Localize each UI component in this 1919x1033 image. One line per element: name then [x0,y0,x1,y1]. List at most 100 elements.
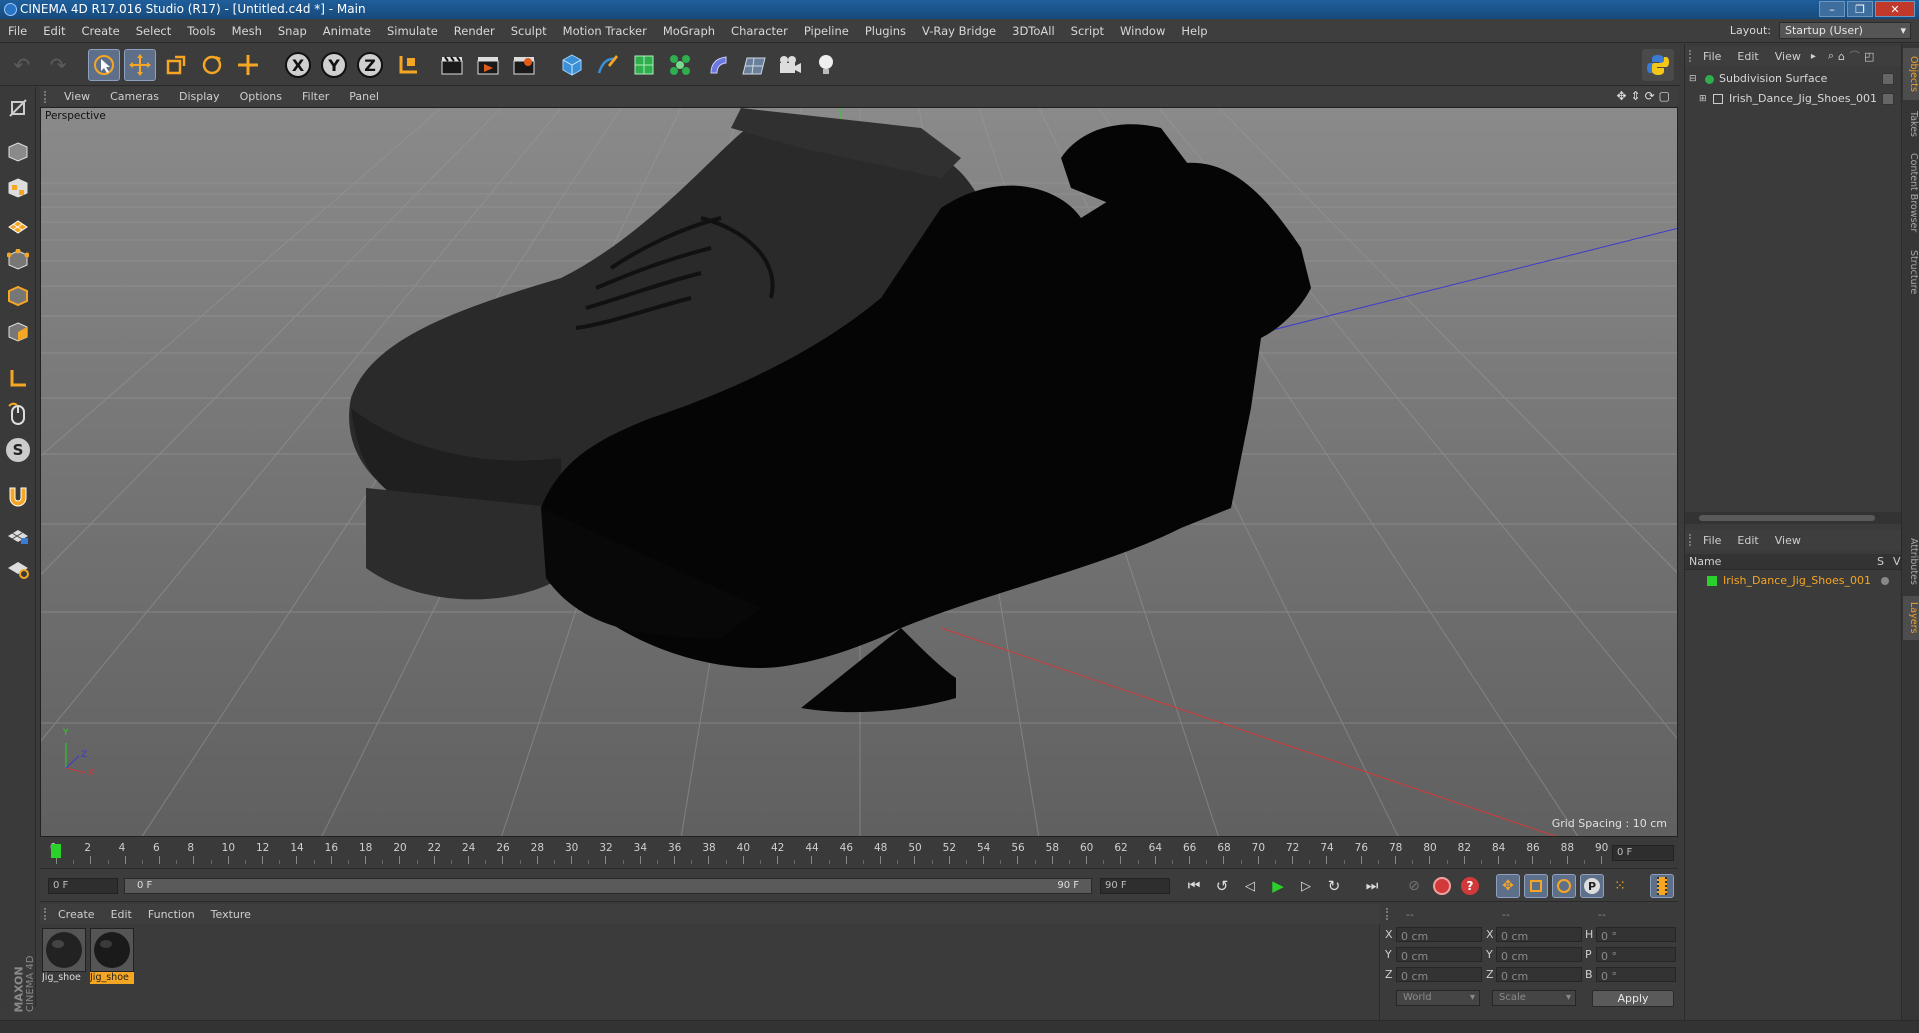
size-x-field[interactable]: 0 cm [1496,927,1582,943]
objects-menu-view[interactable]: View [1767,50,1809,63]
key-position-button[interactable]: ✥ [1496,874,1520,898]
key-rotation-button[interactable] [1552,874,1576,898]
camera-button[interactable] [774,49,806,81]
close-button[interactable]: ✕ [1875,1,1915,17]
prev-keyframe-button[interactable]: ↺ [1210,874,1234,898]
make-editable-button[interactable] [3,93,33,123]
new-window-icon[interactable]: ◰ [1864,50,1874,63]
next-keyframe-button[interactable]: ↻ [1322,874,1346,898]
material-swatch[interactable]: Jig_shoe [90,928,134,984]
timeline-window-button[interactable] [1650,874,1674,898]
key-pla-button[interactable]: ⁙ [1608,874,1632,898]
rotation-b-field[interactable]: 0 ° [1596,967,1676,983]
render-settings-button[interactable] [508,49,540,81]
viewport-zoom-icon[interactable]: ⇕ [1631,89,1641,103]
cloner-button[interactable] [664,49,696,81]
perspective-viewport[interactable]: Perspective Y X Z Grid Spacing: 10 cm [40,107,1678,837]
end-frame-field[interactable]: 90 F [1100,878,1170,894]
go-to-end-button[interactable]: ⏭ [1360,874,1384,898]
autokeying-button[interactable]: ? [1458,874,1482,898]
size-mode-dropdown[interactable]: Scale ▾ [1492,990,1576,1006]
tab-content-browser[interactable]: Content Browser [1903,148,1919,238]
collapse-icon[interactable]: ⊟ [1689,70,1697,88]
go-to-start-button[interactable]: ⏮ [1182,874,1206,898]
recent-tool-button[interactable] [232,49,264,81]
layers-menu-view[interactable]: View [1767,534,1809,547]
drag-handle-icon[interactable] [1386,908,1392,920]
menu-help[interactable]: Help [1173,24,1215,38]
key-parameter-button[interactable]: P [1580,874,1604,898]
start-frame-field[interactable]: 0 F [48,878,118,894]
material-menu-texture[interactable]: Texture [203,908,259,921]
points-mode-button[interactable] [3,245,33,275]
viewport-menu-filter[interactable]: Filter [292,90,339,103]
light-button[interactable] [810,49,842,81]
layer-solo-dot[interactable] [1881,577,1889,585]
axis-mode-button[interactable] [3,363,33,393]
menu-script[interactable]: Script [1063,24,1112,38]
texture-mode-button[interactable] [3,173,33,203]
menu-pipeline[interactable]: Pipeline [796,24,857,38]
y-axis-lock-button[interactable]: Y [318,49,350,81]
key-scale-button[interactable] [1524,874,1548,898]
rotate-tool-button[interactable] [196,49,228,81]
timeline-playhead[interactable] [51,844,61,858]
z-axis-lock-button[interactable]: Z [354,49,386,81]
viewport-menu-cameras[interactable]: Cameras [100,90,169,103]
tab-takes[interactable]: Takes [1903,106,1919,142]
tree-item-shoes[interactable]: ⊞ Irish_Dance_Jig_Shoes_001 [1685,90,1902,108]
viewport-maximize-icon[interactable]: ▢ [1659,89,1670,103]
edges-mode-button[interactable] [3,281,33,311]
position-x-field[interactable]: 0 cm [1396,927,1482,943]
expand-icon[interactable]: ⊞ [1699,90,1707,108]
live-selection-button[interactable] [88,49,120,81]
cube-primitive-button[interactable] [556,49,588,81]
python-console-button[interactable] [1642,49,1674,81]
menu-select[interactable]: Select [128,24,179,38]
menu-file[interactable]: File [0,24,35,38]
pen-spline-button[interactable] [592,49,624,81]
rotation-h-field[interactable]: 0 ° [1596,927,1676,943]
x-axis-lock-button[interactable]: X [282,49,314,81]
coordinate-system-button[interactable] [392,49,424,81]
redo-button[interactable]: ↷ [42,49,74,81]
apply-button[interactable]: Apply [1592,990,1674,1007]
objects-menu-file[interactable]: File [1695,50,1729,63]
layers-menu-file[interactable]: File [1695,534,1729,547]
home-icon[interactable]: ⌂ [1838,50,1845,63]
size-y-field[interactable]: 0 cm [1496,947,1582,963]
tab-attributes[interactable]: Attributes [1903,530,1919,592]
frame-range-slider[interactable]: 0 F 90 F [124,878,1092,894]
menu-simulate[interactable]: Simulate [379,24,446,38]
viewport-menu-panel[interactable]: Panel [339,90,389,103]
material-menu-create[interactable]: Create [50,908,103,921]
menu-more-icon[interactable]: ▸ [1811,51,1816,62]
link-icon[interactable]: ⌒ [1849,48,1860,64]
deformer-button[interactable] [702,49,734,81]
viewport-menu-display[interactable]: Display [169,90,230,103]
search-icon[interactable]: ⌕ [1828,49,1834,63]
model-mode-button[interactable] [3,137,33,167]
position-z-field[interactable]: 0 cm [1396,967,1482,983]
menu-edit[interactable]: Edit [35,24,73,38]
record-active-objects-button[interactable] [1430,874,1454,898]
menu-mesh[interactable]: Mesh [224,24,270,38]
position-y-field[interactable]: 0 cm [1396,947,1482,963]
snap-button[interactable] [3,481,33,511]
current-frame-field[interactable]: 0 F [1612,845,1674,861]
prev-frame-button[interactable]: ◁ [1238,874,1262,898]
visibility-toggle[interactable] [1882,73,1894,85]
material-menu-function[interactable]: Function [140,908,203,921]
scale-tool-button[interactable] [160,49,192,81]
objects-horizontal-scrollbar[interactable] [1685,512,1902,524]
render-to-picture-viewer-button[interactable] [472,49,504,81]
menu-window[interactable]: Window [1112,24,1173,38]
move-tool-button[interactable] [124,49,156,81]
menu-vray-bridge[interactable]: V-Ray Bridge [914,24,1004,38]
menu-snap[interactable]: Snap [270,24,315,38]
material-swatch[interactable]: Jig_shoe [42,928,86,984]
solo-mode-button[interactable]: S [3,435,33,465]
menu-character[interactable]: Character [723,24,796,38]
menu-mograph[interactable]: MoGraph [655,24,723,38]
record-motion-button[interactable]: ⊘ [1402,874,1426,898]
